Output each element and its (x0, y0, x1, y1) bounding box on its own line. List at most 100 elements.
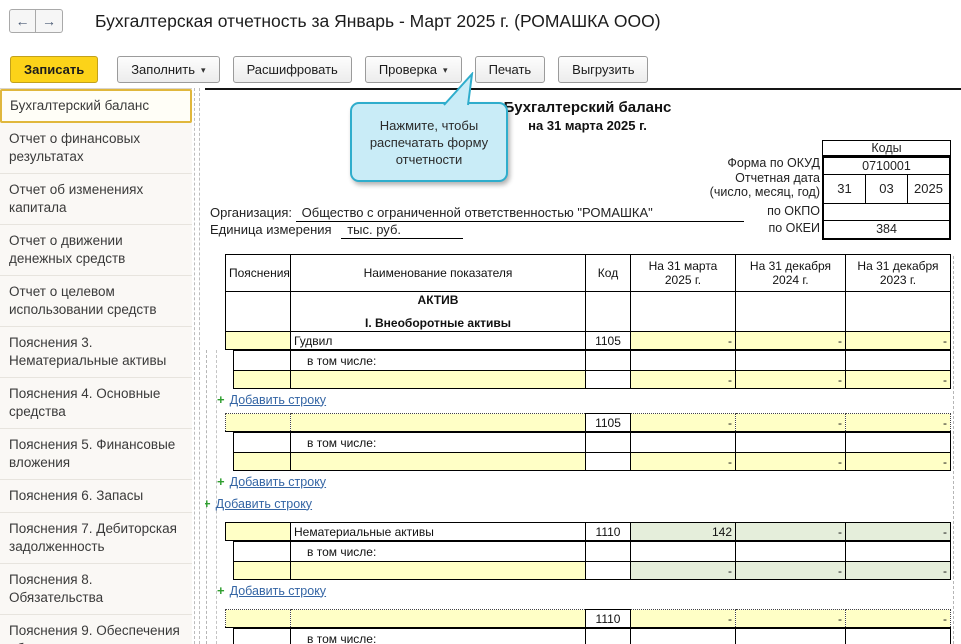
block-1110-extra: 1110 - - - (225, 609, 951, 628)
value-cell[interactable]: - (735, 370, 846, 389)
explanation-cell[interactable] (233, 370, 291, 389)
sidebar-item-notes-4[interactable]: Пояснения 4. Основные средства (0, 378, 192, 429)
table-row-intangibles: Нематериальные активы 1110 142 - - (225, 522, 951, 541)
empty-cell (845, 350, 951, 371)
explanation-cell[interactable] (233, 452, 291, 471)
add-row-link[interactable]: Добавить строку (230, 393, 326, 407)
sidebar-item-capital-changes[interactable]: Отчет об изменениях капитала (0, 174, 192, 225)
sidebar-item-targeted-use[interactable]: Отчет о целевом использовании средств (0, 276, 192, 327)
empty-cell (845, 291, 951, 332)
sub-input-row: - - - (233, 370, 951, 389)
sidebar-item-notes-9[interactable]: Пояснения 9. Обеспечения обязательств (0, 615, 192, 644)
in-total-row: в том числе: (233, 541, 951, 562)
add-row-control[interactable]: + Добавить строку (217, 582, 955, 599)
value-cell[interactable]: - (630, 452, 736, 471)
add-row-link[interactable]: Добавить строку (230, 475, 326, 489)
explanation-cell[interactable] (225, 413, 291, 432)
okpo-value (824, 204, 949, 221)
empty-cell (735, 432, 846, 453)
sidebar-item-notes-7[interactable]: Пояснения 7. Дебиторская задолженность (0, 513, 192, 564)
save-button[interactable]: Записать (10, 56, 99, 83)
value-cell[interactable]: - (735, 413, 846, 432)
sidebar-item-balance-sheet[interactable]: Бухгалтерский баланс (0, 89, 192, 123)
col-header-explanations: Пояснения (225, 254, 291, 292)
code-cell: 1110 (585, 609, 631, 628)
add-row-control-outer[interactable]: + Добавить строку (205, 495, 955, 512)
indicator-name[interactable] (290, 413, 586, 432)
value-cell[interactable]: - (630, 370, 736, 389)
value-cell[interactable]: - (630, 561, 736, 580)
sidebar-item-cash-flow[interactable]: Отчет о движении денежных средств (0, 225, 192, 276)
tooltip-tail (443, 72, 474, 106)
empty-cell (233, 432, 291, 453)
value-cell[interactable]: 142 (630, 522, 736, 541)
table-row-goodwill: Гудвил 1105 - - - (225, 331, 951, 350)
indicator-name[interactable] (290, 609, 586, 628)
report-date-day: 31 (824, 175, 866, 203)
add-row-control[interactable]: + Добавить строку (217, 391, 955, 408)
back-icon: ← (15, 13, 30, 29)
value-cell[interactable]: - (630, 331, 736, 350)
empty-cell (845, 628, 951, 644)
unit-label: Единица измерения (210, 222, 332, 237)
value-cell[interactable]: - (735, 609, 846, 628)
value-cell[interactable]: - (845, 522, 951, 541)
value-cell[interactable]: - (735, 452, 846, 471)
report-date-month: 03 (866, 175, 908, 203)
sidebar-item-notes-8[interactable]: Пояснения 8. Обязательства (0, 564, 192, 615)
add-row-control[interactable]: + Добавить строку (217, 473, 955, 490)
back-button[interactable]: ← (9, 9, 36, 33)
sub-name-cell[interactable] (290, 370, 586, 389)
empty-cell (585, 628, 631, 644)
nav-buttons: ← → (9, 9, 63, 33)
add-row-link[interactable]: Добавить строку (216, 497, 312, 511)
codes-box: Коды 0710001 31 03 2025 384 (822, 140, 951, 240)
table-row-empty-1105: 1105 - - - (225, 413, 951, 432)
block-1105-subrows: в том числе: - - - (233, 432, 951, 471)
plus-icon: + (205, 496, 211, 511)
col-header-date3: На 31 декабря 2023 г. (845, 254, 951, 292)
explanation-cell[interactable] (225, 609, 291, 628)
balance-table-head: Пояснения Наименование показателя Код На… (225, 254, 951, 350)
explanation-cell[interactable] (225, 522, 291, 541)
fill-button[interactable]: Заполнить ▾ (117, 56, 220, 83)
empty-cell (585, 291, 631, 332)
col-header-code: Код (585, 254, 631, 292)
value-cell[interactable]: - (735, 561, 846, 580)
value-cell[interactable]: - (845, 561, 951, 580)
sub-input-row: - - - (233, 561, 951, 580)
value-cell[interactable]: - (845, 609, 951, 628)
sidebar-item-notes-3[interactable]: Пояснения 3. Нематериальные активы (0, 327, 192, 378)
value-cell[interactable]: - (735, 522, 846, 541)
empty-cell (225, 291, 291, 332)
value-cell[interactable]: - (845, 413, 951, 432)
forward-button[interactable]: → (36, 9, 63, 33)
add-row-link[interactable]: Добавить строку (230, 584, 326, 598)
sidebar-item-financial-results[interactable]: Отчет о финансовых результатах (0, 123, 192, 174)
sidebar-item-notes-6[interactable]: Пояснения 6. Запасы (0, 480, 192, 513)
value-cell[interactable]: - (845, 331, 951, 350)
check-button-label: Проверка (378, 62, 438, 77)
sub-name-cell[interactable] (290, 561, 586, 580)
decipher-button[interactable]: Расшифровать (232, 56, 352, 83)
col-header-date1: На 31 марта 2025 г. (630, 254, 736, 292)
empty-cell (585, 541, 631, 562)
sub-name-cell[interactable] (290, 452, 586, 471)
in-total-row: в том числе: (233, 432, 951, 453)
value-cell[interactable]: - (630, 609, 736, 628)
window-header: ← → Бухгалтерская отчетность за Январь -… (0, 0, 961, 52)
explanation-cell[interactable] (225, 331, 291, 350)
in-total-row: в том числе: (233, 628, 951, 644)
empty-code-cell (585, 370, 631, 389)
value-cell[interactable]: - (630, 413, 736, 432)
sidebar-item-notes-5[interactable]: Пояснения 5. Финансовые вложения (0, 429, 192, 480)
value-cell[interactable]: - (845, 452, 951, 471)
in-total-label: в том числе: (290, 350, 586, 371)
explanation-cell[interactable] (233, 561, 291, 580)
sidebar-splitter[interactable] (194, 88, 200, 644)
export-button[interactable]: Выгрузить (558, 56, 649, 83)
table-row-empty-1110: 1110 - - - (225, 609, 951, 628)
value-cell[interactable]: - (735, 331, 846, 350)
plus-icon: + (217, 392, 225, 407)
value-cell[interactable]: - (845, 370, 951, 389)
